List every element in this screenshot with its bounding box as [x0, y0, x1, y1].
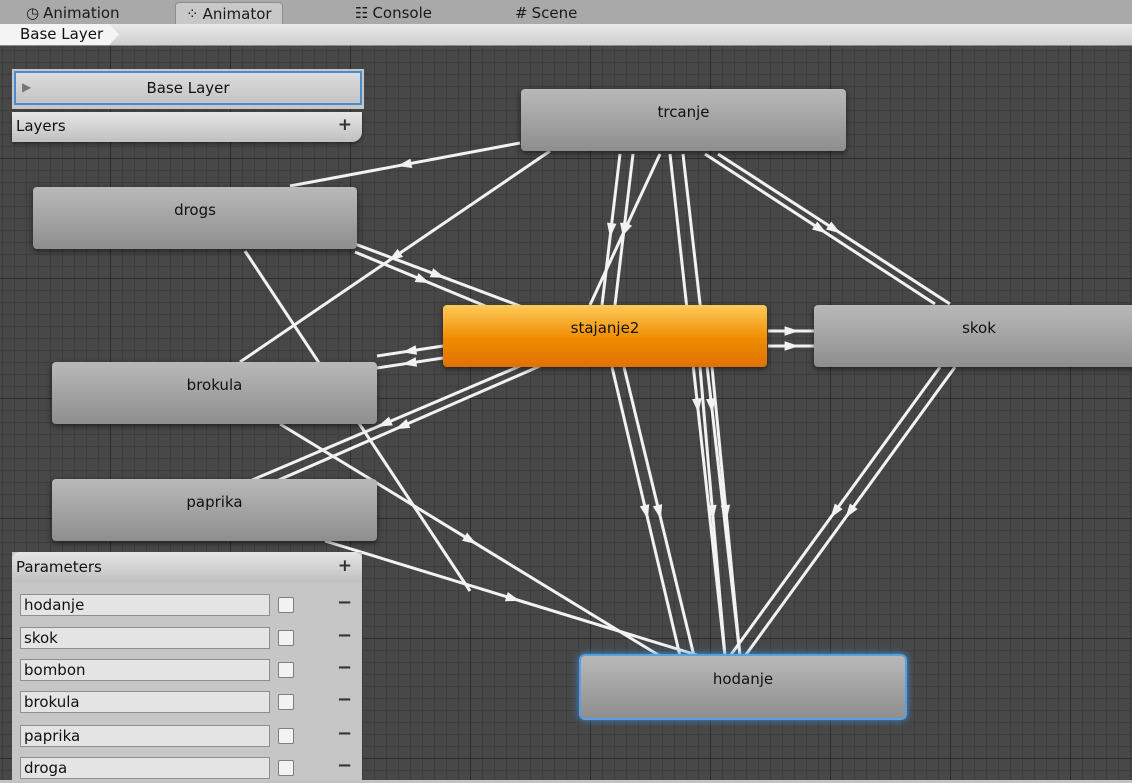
- state-paprika[interactable]: paprika: [52, 479, 377, 541]
- tab-animation[interactable]: ◷ Animation: [16, 2, 130, 24]
- state-drogs[interactable]: drogs: [33, 187, 357, 249]
- tab-animator[interactable]: ⁘ Animator: [175, 2, 283, 25]
- scene-icon: #: [515, 4, 528, 22]
- transition-arrow-icon: [621, 221, 633, 237]
- animator-icon: ⁘: [186, 5, 199, 23]
- parameters-panel: Parameters + hodanje − skok − bombon − b…: [12, 552, 362, 780]
- remove-parameter-button[interactable]: −: [337, 755, 352, 776]
- transition-arrow-icon: [639, 504, 650, 520]
- tab-console-label: Console: [372, 4, 432, 22]
- parameter-name-field[interactable]: hodanje: [20, 594, 270, 616]
- parameter-bool-checkbox[interactable]: [278, 760, 294, 776]
- state-hodanje[interactable]: hodanje: [581, 656, 905, 718]
- add-layer-button[interactable]: +: [338, 115, 352, 135]
- state-stajanje2[interactable]: stajanje2: [443, 305, 767, 367]
- transition-arrow-icon: [826, 221, 841, 234]
- transition-arrow-icon: [652, 504, 663, 520]
- parameter-bool-checkbox[interactable]: [278, 597, 294, 613]
- state-stajanje2-label: stajanje2: [570, 319, 640, 337]
- state-trcanje[interactable]: trcanje: [521, 89, 846, 151]
- parameter-row: droga −: [12, 755, 362, 783]
- parameter-row: hodanje −: [12, 592, 362, 620]
- state-drogs-label: drogs: [174, 201, 216, 219]
- remove-parameter-button[interactable]: −: [337, 592, 352, 613]
- remove-parameter-button[interactable]: −: [337, 689, 352, 710]
- parameter-row: bombon −: [12, 657, 362, 685]
- layer-base-layer[interactable]: ▶ Base Layer: [14, 71, 362, 105]
- state-skok-label: skok: [962, 319, 996, 337]
- transition-arrow-icon: [504, 592, 521, 602]
- transition-arrow-icon: [784, 341, 799, 351]
- transition-arrow-icon: [429, 268, 445, 278]
- layers-title: Layers: [16, 117, 66, 135]
- state-trcanje-label: trcanje: [657, 103, 710, 121]
- state-brokula[interactable]: brokula: [52, 362, 377, 424]
- transition-arrow-icon: [462, 532, 477, 545]
- parameter-row: paprika −: [12, 723, 362, 751]
- layer-name: Base Layer: [146, 79, 230, 97]
- remove-parameter-button[interactable]: −: [337, 723, 352, 744]
- remove-parameter-button[interactable]: −: [337, 657, 352, 678]
- parameter-name-field[interactable]: droga: [20, 757, 270, 779]
- state-skok[interactable]: skok: [814, 305, 1132, 367]
- transition-arrow-icon: [377, 416, 393, 427]
- window-tab-bar: ◷ Animation ⁘ Animator ☷ Console # Scene: [0, 0, 1132, 25]
- parameter-name-field[interactable]: brokula: [20, 691, 270, 713]
- breadcrumb: Base Layer: [0, 24, 1132, 46]
- breadcrumb-base-layer[interactable]: Base Layer: [0, 24, 119, 45]
- parameter-bool-checkbox[interactable]: [278, 630, 294, 646]
- state-paprika-label: paprika: [186, 493, 243, 511]
- tab-animation-label: Animation: [43, 4, 120, 22]
- parameters-title: Parameters: [16, 558, 102, 576]
- tab-console[interactable]: ☷ Console: [345, 2, 442, 24]
- parameter-bool-checkbox[interactable]: [278, 662, 294, 678]
- parameter-name-field[interactable]: skok: [20, 627, 270, 649]
- parameter-name-field[interactable]: paprika: [20, 725, 270, 747]
- add-parameter-button[interactable]: +: [338, 556, 352, 576]
- parameter-name-field[interactable]: bombon: [20, 659, 270, 681]
- tab-scene-label: Scene: [531, 4, 578, 22]
- transition-arrow-icon: [414, 273, 430, 284]
- state-brokula-label: brokula: [186, 376, 243, 394]
- transition-arrow-icon: [395, 419, 411, 430]
- tab-animator-label: Animator: [202, 5, 272, 23]
- remove-parameter-button[interactable]: −: [337, 625, 352, 646]
- tab-scene[interactable]: # Scene: [505, 2, 587, 24]
- clock-icon: ◷: [26, 4, 40, 22]
- parameter-bool-checkbox[interactable]: [278, 728, 294, 744]
- state-hodanje-label: hodanje: [712, 670, 774, 688]
- parameter-row: skok −: [12, 625, 362, 653]
- layers-header: Layers +: [12, 112, 362, 142]
- transition-arrow-icon: [784, 326, 799, 336]
- parameters-header: Parameters +: [12, 552, 362, 582]
- parameter-bool-checkbox[interactable]: [278, 694, 294, 710]
- console-icon: ☷: [355, 4, 369, 22]
- parameter-row: brokula −: [12, 689, 362, 717]
